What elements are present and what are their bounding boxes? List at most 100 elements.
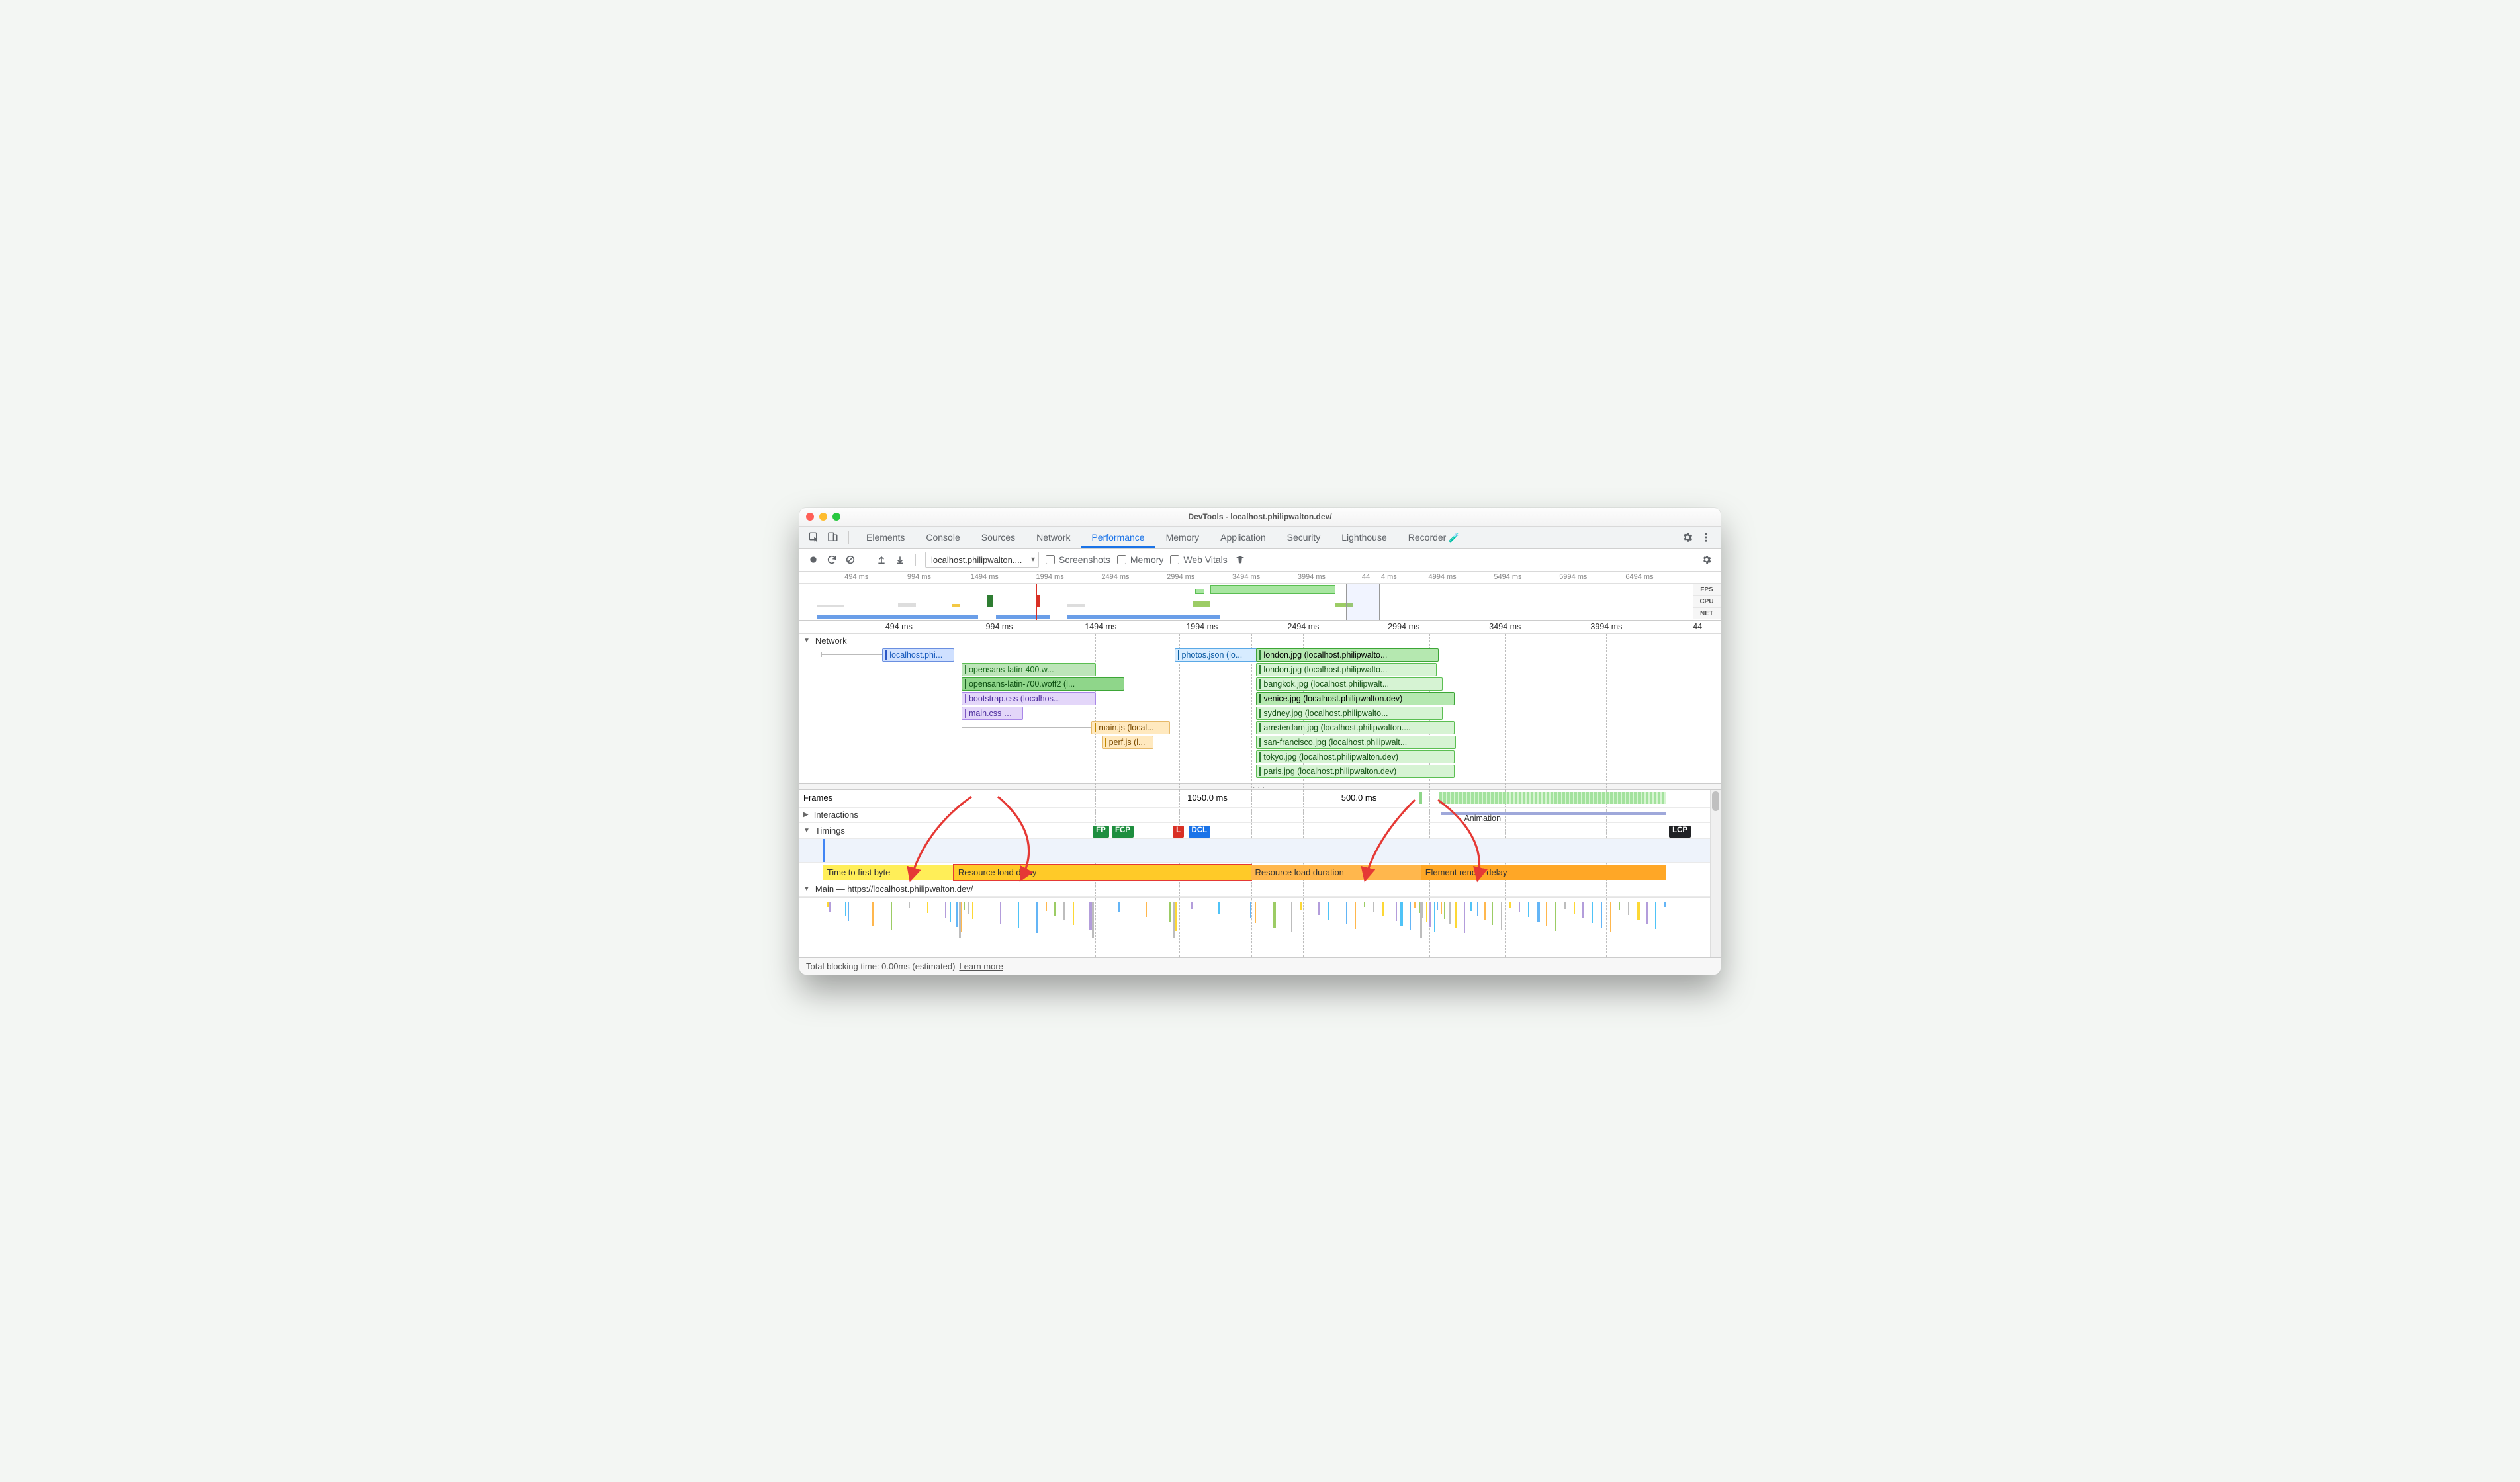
memory-checkbox[interactable]: Memory	[1117, 554, 1164, 565]
download-profile-icon[interactable]	[894, 554, 906, 566]
flame-task[interactable]	[1191, 902, 1192, 909]
tab-sources[interactable]: Sources	[971, 527, 1026, 548]
flame-task[interactable]	[1449, 902, 1451, 924]
network-request-bar[interactable]: venice.jpg (localhost.philipwalton.dev)	[1256, 692, 1454, 705]
flame-task[interactable]	[1664, 902, 1666, 907]
flame-task[interactable]	[1592, 902, 1593, 923]
timing-marker-dcl[interactable]: DCL	[1189, 826, 1211, 838]
tab-performance[interactable]: Performance	[1081, 527, 1155, 548]
flame-task[interactable]	[927, 902, 928, 913]
device-toolbar-icon[interactable]	[823, 528, 842, 546]
tab-lighthouse[interactable]: Lighthouse	[1331, 527, 1398, 548]
network-request-bar[interactable]: main.js (local...	[1091, 721, 1169, 734]
flame-task[interactable]	[1426, 902, 1427, 922]
flame-task[interactable]	[1484, 902, 1486, 920]
frames-track[interactable]: Frames 1050.0 ms 500.0 ms	[799, 790, 1710, 807]
flamechart-area[interactable]: 494 ms994 ms1494 ms1994 ms2494 ms2994 ms…	[799, 621, 1721, 957]
flame-task[interactable]	[1646, 902, 1648, 924]
flame-task[interactable]	[959, 902, 961, 938]
vertical-scrollbar[interactable]	[1710, 790, 1721, 957]
timing-marker-lcp[interactable]: LCP	[1669, 826, 1691, 838]
flame-task[interactable]	[1092, 902, 1094, 938]
flame-task[interactable]	[1574, 902, 1575, 914]
resize-splitter[interactable]: ···	[799, 783, 1721, 790]
flame-task[interactable]	[1073, 902, 1074, 925]
overview-minimap[interactable]: 494 ms994 ms1494 ms1994 ms2494 ms2994 ms…	[799, 572, 1721, 621]
flame-task[interactable]	[1054, 902, 1056, 916]
flame-task[interactable]	[1000, 902, 1001, 924]
flame-task[interactable]	[1610, 902, 1611, 932]
network-track[interactable]: localhost.phi...opensans-latin-400.w...o…	[799, 648, 1721, 783]
flame-task[interactable]	[1519, 902, 1520, 912]
network-request-bar[interactable]: amsterdam.jpg (localhost.philipwalton...…	[1256, 721, 1454, 734]
flame-task[interactable]	[1063, 902, 1065, 920]
flame-task[interactable]	[1477, 902, 1478, 916]
flame-task[interactable]	[1169, 902, 1171, 922]
network-request-bar[interactable]: localhost.phi...	[882, 648, 954, 662]
tab-application[interactable]: Application	[1210, 527, 1277, 548]
settings-icon[interactable]	[1678, 528, 1697, 546]
flame-task[interactable]	[1555, 902, 1556, 931]
flame-task[interactable]	[1373, 902, 1374, 912]
flame-task[interactable]	[1429, 902, 1431, 927]
tab-recorder[interactable]: Recorder 🧪	[1398, 527, 1470, 548]
delete-icon[interactable]	[1234, 554, 1246, 566]
flame-task[interactable]	[1509, 902, 1511, 908]
lcp-phase-rld[interactable]: Resource load delay	[954, 865, 1251, 880]
timing-marker-fcp[interactable]: FCP	[1112, 826, 1134, 838]
network-request-bar[interactable]: paris.jpg (localhost.philipwalton.dev)	[1256, 765, 1454, 778]
flame-task[interactable]	[1396, 902, 1397, 921]
flame-task[interactable]	[1291, 902, 1292, 932]
flame-task[interactable]	[1419, 902, 1420, 913]
upload-profile-icon[interactable]	[876, 554, 887, 566]
flame-task[interactable]	[1382, 902, 1384, 916]
flame-task[interactable]	[1537, 902, 1540, 922]
flame-task[interactable]	[1250, 902, 1251, 918]
flame-task[interactable]	[968, 902, 969, 914]
main-track-header[interactable]: Main — https://localhost.philipwalton.de…	[799, 881, 1710, 897]
flame-task[interactable]	[1364, 902, 1365, 907]
flame-task[interactable]	[1546, 902, 1547, 926]
main-thread-flame[interactable]	[799, 897, 1710, 957]
flame-task[interactable]	[848, 902, 849, 921]
network-request-bar[interactable]: bangkok.jpg (localhost.philipwalt...	[1256, 677, 1442, 691]
reload-record-icon[interactable]	[826, 554, 838, 566]
flame-task[interactable]	[1300, 902, 1302, 910]
flame-task[interactable]	[909, 902, 910, 908]
flame-task[interactable]	[1582, 902, 1584, 918]
network-request-bar[interactable]: main.css …	[962, 707, 1023, 720]
network-request-bar[interactable]: tokyo.jpg (localhost.philipwalton.dev)	[1256, 750, 1454, 763]
interactions-track-header[interactable]: Interactions	[799, 807, 1710, 823]
flame-task[interactable]	[1492, 902, 1493, 925]
flame-task[interactable]	[1420, 902, 1422, 938]
tab-security[interactable]: Security	[1277, 527, 1331, 548]
network-request-bar[interactable]: perf.js (l...	[1102, 736, 1153, 749]
timing-marker-fp[interactable]: FP	[1093, 826, 1109, 838]
flame-task[interactable]	[964, 902, 965, 910]
flame-task[interactable]	[829, 902, 831, 912]
network-request-bar[interactable]: opensans-latin-700.woff2 (l...	[962, 677, 1124, 691]
tab-elements[interactable]: Elements	[856, 527, 915, 548]
flame-task[interactable]	[1046, 902, 1047, 911]
network-request-bar[interactable]: sydney.jpg (localhost.philipwalto...	[1256, 707, 1442, 720]
flame-task[interactable]	[1637, 902, 1640, 920]
flame-task[interactable]	[1564, 902, 1566, 909]
flame-task[interactable]	[1255, 902, 1256, 923]
flame-task[interactable]	[1501, 902, 1502, 930]
network-request-bar[interactable]: london.jpg (localhost.philipwalto...	[1256, 663, 1437, 676]
flame-task[interactable]	[1146, 902, 1147, 917]
flame-task[interactable]	[1455, 902, 1457, 928]
clear-icon[interactable]	[844, 554, 856, 566]
flame-task[interactable]	[1273, 902, 1276, 928]
lower-flame-panel[interactable]: Frames 1050.0 ms 500.0 ms Interactions A…	[799, 790, 1721, 957]
lcp-phase-erd[interactable]: Element render delay	[1421, 865, 1666, 880]
screenshots-checkbox[interactable]: Screenshots	[1046, 554, 1110, 565]
flame-task[interactable]	[1328, 902, 1329, 920]
flame-task[interactable]	[1528, 902, 1529, 917]
network-request-bar[interactable]: bootstrap.css (localhos...	[962, 692, 1096, 705]
flame-task[interactable]	[1018, 902, 1019, 928]
overview-selection[interactable]	[1346, 584, 1380, 620]
flame-task[interactable]	[1470, 902, 1472, 911]
flame-task[interactable]	[1355, 902, 1356, 929]
tab-network[interactable]: Network	[1026, 527, 1081, 548]
